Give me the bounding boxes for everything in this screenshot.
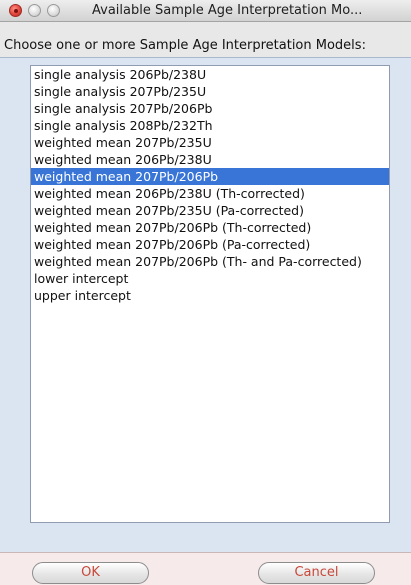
prompt-label: Choose one or more Sample Age Interpreta… [4,38,366,53]
list-item[interactable]: single analysis 206Pb/238U [31,66,389,83]
model-list[interactable]: single analysis 206Pb/238U single analysi… [30,65,390,523]
cancel-button[interactable]: Cancel [258,562,375,584]
list-item[interactable]: single analysis 207Pb/206Pb [31,100,389,117]
list-item[interactable]: weighted mean 206Pb/238U (Th-corrected) [31,185,389,202]
list-item[interactable]: weighted mean 207Pb/235U [31,134,389,151]
list-item[interactable]: weighted mean 207Pb/206Pb (Pa-corrected) [31,236,389,253]
title-bar[interactable]: Available Sample Age Interpretation Mo..… [0,0,411,22]
list-item[interactable]: lower intercept [31,270,389,287]
list-item[interactable]: weighted mean 207Pb/206Pb (Th-corrected) [31,219,389,236]
list-item[interactable]: weighted mean 207Pb/206Pb [31,168,389,185]
list-item[interactable]: weighted mean 207Pb/235U (Pa-corrected) [31,202,389,219]
minimize-window-icon[interactable] [28,4,41,17]
window-title: Available Sample Age Interpretation Mo..… [92,3,363,18]
button-bar: OK Cancel [0,552,411,585]
list-item[interactable]: upper intercept [31,287,389,304]
close-window-icon[interactable] [9,4,22,17]
list-item[interactable]: weighted mean 206Pb/238U [31,151,389,168]
dialog-window: Available Sample Age Interpretation Mo..… [0,0,411,585]
ok-button[interactable]: OK [32,562,149,584]
list-item[interactable]: weighted mean 207Pb/206Pb (Th- and Pa-co… [31,253,389,270]
list-item[interactable]: single analysis 207Pb/235U [31,83,389,100]
zoom-window-icon[interactable] [47,4,60,17]
list-item[interactable]: single analysis 208Pb/232Th [31,117,389,134]
